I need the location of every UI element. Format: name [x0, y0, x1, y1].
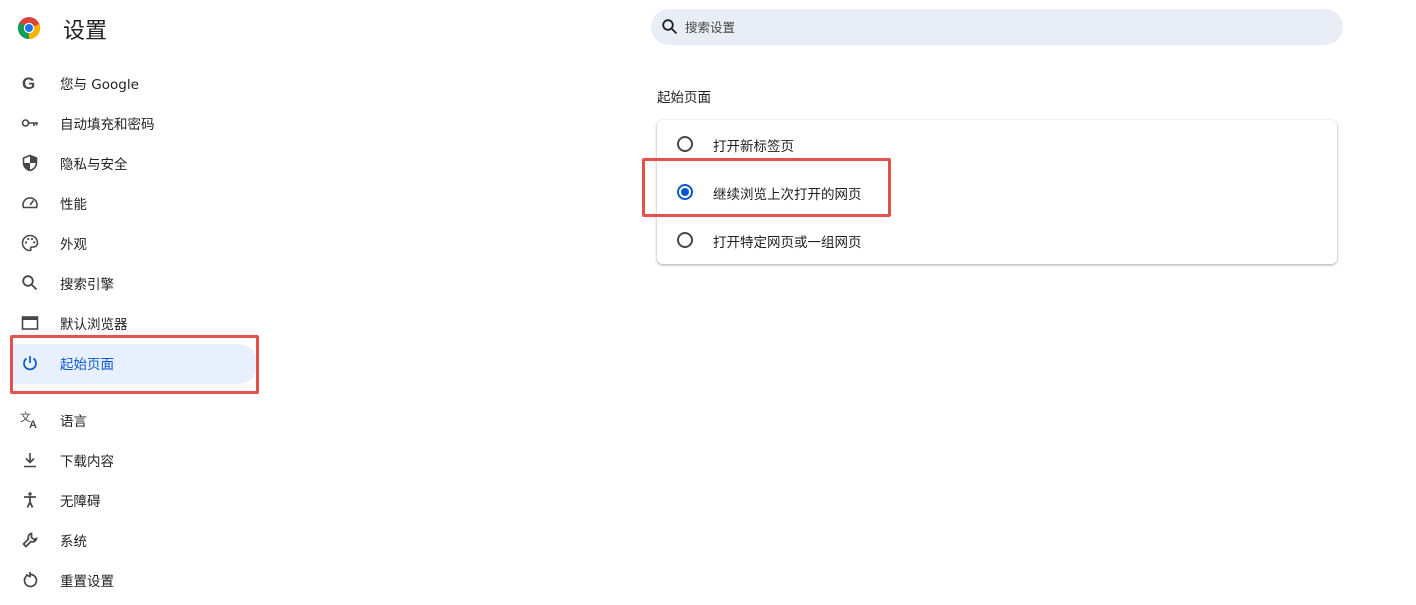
sidebar: G 您与 Google 自动填充和密码 隐私与安全 性能 外观 搜索引擎 默认浏…	[0, 63, 260, 600]
speedometer-icon	[20, 193, 40, 213]
sidebar-item-reset-settings[interactable]: 重置设置	[0, 560, 260, 600]
search-icon	[662, 19, 678, 35]
sidebar-item-you-and-google[interactable]: G 您与 Google	[0, 63, 260, 103]
sidebar-item-autofill[interactable]: 自动填充和密码	[0, 103, 260, 143]
sidebar-item-appearance[interactable]: 外观	[0, 223, 260, 263]
sidebar-item-label: 语言	[60, 414, 87, 430]
settings-page: 设置 G 您与 Google 自动填充和密码 隐私与安全 性能 外观 搜索引擎 …	[0, 0, 1416, 605]
search-bar[interactable]	[651, 9, 1343, 45]
reset-icon	[20, 570, 40, 590]
radio-button[interactable]	[677, 232, 693, 248]
sidebar-item-label: 下载内容	[60, 454, 114, 470]
option-label: 打开新标签页	[713, 139, 794, 155]
google-icon: G	[20, 73, 40, 93]
sidebar-item-privacy[interactable]: 隐私与安全	[0, 143, 260, 183]
sidebar-item-search-engine[interactable]: 搜索引擎	[0, 263, 260, 303]
sidebar-item-system[interactable]: 系统	[0, 520, 260, 560]
sidebar-item-label: 默认浏览器	[60, 317, 128, 333]
palette-icon	[20, 233, 40, 253]
option-label: 打开特定网页或一组网页	[713, 235, 862, 251]
section-title: 起始页面	[657, 90, 711, 106]
sidebar-item-label: 自动填充和密码	[60, 117, 155, 133]
wrench-icon	[20, 530, 40, 550]
sidebar-item-label: 重置设置	[60, 574, 114, 590]
svg-text:G: G	[22, 74, 35, 92]
sidebar-item-performance[interactable]: 性能	[0, 183, 260, 223]
shield-icon	[20, 153, 40, 173]
translate-icon: 文A	[20, 410, 40, 430]
sidebar-item-label: 外观	[60, 237, 87, 253]
search-icon	[20, 273, 40, 293]
sidebar-item-accessibility[interactable]: 无障碍	[0, 480, 260, 520]
page-title: 设置	[63, 19, 108, 44]
chrome-logo-icon	[17, 17, 41, 40]
svg-text:A: A	[29, 419, 37, 430]
sidebar-item-label: 系统	[60, 534, 87, 550]
download-icon	[20, 450, 40, 470]
search-input[interactable]	[685, 9, 1325, 45]
accessibility-icon	[20, 490, 40, 510]
highlight-box-sidebar	[10, 335, 259, 394]
sidebar-item-languages[interactable]: 文A 语言	[0, 400, 260, 440]
sidebar-item-downloads[interactable]: 下载内容	[0, 440, 260, 480]
radio-button[interactable]	[677, 136, 693, 152]
sidebar-item-label: 您与 Google	[60, 77, 139, 93]
sidebar-item-label: 性能	[60, 197, 87, 213]
sidebar-item-label: 隐私与安全	[60, 157, 128, 173]
key-icon	[20, 113, 40, 133]
highlight-box-option	[642, 158, 891, 217]
option-open-specific-pages[interactable]: 打开特定网页或一组网页	[657, 216, 1337, 264]
browser-window-icon	[20, 313, 40, 333]
sidebar-item-label: 搜索引擎	[60, 277, 114, 293]
sidebar-item-label: 无障碍	[60, 494, 101, 510]
